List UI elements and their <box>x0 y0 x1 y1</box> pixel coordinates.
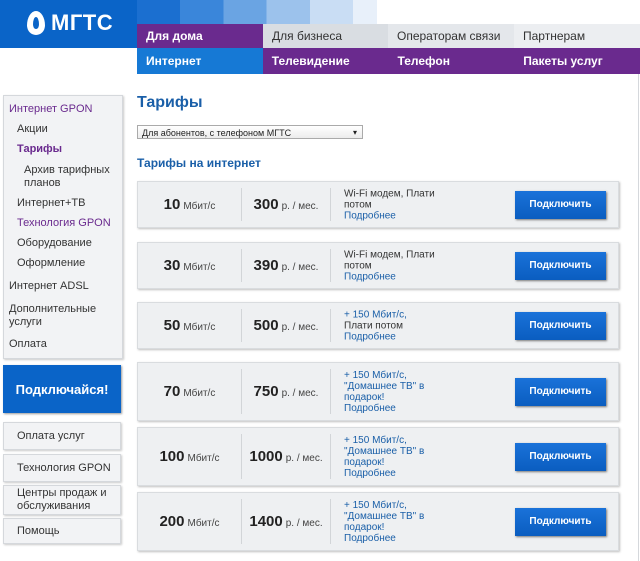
connect-button[interactable]: Подключить <box>515 377 606 406</box>
tariff-price: 390 <box>253 256 279 274</box>
connect-button[interactable]: Подключить <box>515 311 606 340</box>
connect-button[interactable]: Подключить <box>515 442 606 471</box>
connect-cta-button[interactable]: Подключайся! <box>3 365 121 413</box>
sidebar-item-gpon-tech[interactable]: Технология GPON <box>17 217 111 230</box>
top-nav: Для дома Для бизнеса Операторам связи Па… <box>137 24 640 48</box>
sales-centers-button[interactable]: Центры продаж и обслуживания <box>3 485 121 515</box>
tariff-features: Wi-Fi модем, Плати потом <box>344 188 435 210</box>
tariff-price: 1400 <box>249 512 283 530</box>
tariff-speed: 30 <box>163 256 181 274</box>
tariff-bonus: + 150 Мбит/с, "Домашнее ТВ" в подарок! <box>344 499 425 533</box>
more-link[interactable]: Подробнее <box>344 533 396 544</box>
chevron-down-icon: ▾ <box>352 128 357 137</box>
sidebar-item-gpon[interactable]: Интернет GPON <box>9 103 92 116</box>
tariff-price-unit: р. / мес. <box>281 321 319 333</box>
sub-nav-internet[interactable]: Интернет <box>137 48 263 74</box>
tariff-features: Плати потом <box>344 320 403 331</box>
tariff-bonus: + 150 Мбит/с, "Домашнее ТВ" в подарок! <box>344 434 425 468</box>
sidebar-item-payment[interactable]: Оплата <box>9 338 47 351</box>
tariff-row: 30 Мбит/с 390 р. / мес. Wi-Fi модем, Плати… <box>137 242 619 289</box>
logo-text: МГТС <box>51 10 114 35</box>
divider <box>330 309 331 342</box>
top-nav-operators[interactable]: Операторам связи <box>388 24 514 48</box>
mgts-egg-icon <box>27 11 45 35</box>
section-title: Тарифы на интернет <box>137 156 261 170</box>
payment-button[interactable]: Оплата услуг <box>3 422 121 450</box>
tariff-row: 200 Мбит/с 1400 р. / мес. + 150 Мбит/с, "Д… <box>137 492 619 551</box>
divider <box>330 434 331 479</box>
tariff-speed-unit: Мбит/с <box>187 517 220 529</box>
divider <box>330 249 331 282</box>
tariff-speed: 70 <box>163 382 181 400</box>
tariff-speed-unit: Мбит/с <box>183 261 216 273</box>
tariff-features: Wi-Fi модем, Плати потом <box>344 249 435 271</box>
sidebar-menu: Интернет GPON Акции Тарифы Архив тарифны… <box>3 95 123 359</box>
gpon-tech-button[interactable]: Технология GPON <box>3 454 121 482</box>
tariff-speed: 100 <box>159 447 185 465</box>
tariff-price: 1000 <box>249 447 283 465</box>
sub-nav-packages[interactable]: Пакеты услуг <box>514 48 640 74</box>
header-decoration <box>137 0 377 24</box>
sub-nav: Интернет Телевидение Телефон Пакеты услу… <box>137 48 640 74</box>
sub-nav-phone[interactable]: Телефон <box>389 48 515 74</box>
top-nav-partners[interactable]: Партнерам <box>514 24 640 48</box>
help-button[interactable]: Помощь <box>3 518 121 544</box>
tariff-price-unit: р. / мес. <box>285 452 323 464</box>
sidebar-item-tariffs[interactable]: Тарифы <box>17 143 62 156</box>
tariff-speed: 10 <box>163 195 181 213</box>
connect-button[interactable]: Подключить <box>515 190 606 219</box>
tariff-price: 750 <box>253 382 279 400</box>
tariff-speed: 50 <box>163 316 181 334</box>
tariff-speed-unit: Мбит/с <box>183 321 216 333</box>
tariff-row: 50 Мбит/с 500 р. / мес. + 150 Мбит/с, Плати… <box>137 302 619 349</box>
sub-nav-tv[interactable]: Телевидение <box>263 48 389 74</box>
tariff-price-unit: р. / мес. <box>281 200 319 212</box>
sidebar-item-extra[interactable]: Дополнительные услуги <box>9 303 109 329</box>
select-value: Для абонентов, с телефоном МГТС <box>142 128 292 138</box>
tariff-row: 70 Мбит/с 750 р. / мес. + 150 Мбит/с, "Дом… <box>137 362 619 421</box>
sidebar-item-registration[interactable]: Оформление <box>17 257 85 270</box>
more-link[interactable]: Подробнее <box>344 331 396 342</box>
more-link[interactable]: Подробнее <box>344 271 396 282</box>
more-link[interactable]: Подробнее <box>344 210 396 221</box>
tariff-price: 300 <box>253 195 279 213</box>
sidebar-item-archive[interactable]: Архив тарифных планов <box>24 164 119 190</box>
logo[interactable]: МГТС <box>27 10 113 36</box>
sidebar-item-promo[interactable]: Акции <box>17 123 48 136</box>
tariff-bonus: + 150 Мбит/с, "Домашнее ТВ" в подарок! <box>344 369 425 403</box>
tariff-speed-unit: Мбит/с <box>183 200 216 212</box>
connect-button[interactable]: Подключить <box>515 251 606 280</box>
divider <box>330 499 331 544</box>
tariff-bonus: + 150 Мбит/с, <box>344 309 407 320</box>
connect-button[interactable]: Подключить <box>515 507 606 536</box>
tariff-speed: 200 <box>159 512 185 530</box>
top-nav-home[interactable]: Для дома <box>137 24 263 48</box>
tariff-price-unit: р. / мес. <box>281 387 319 399</box>
tariff-row: 10 Мбит/с 300 р. / мес. Wi-Fi модем, Плати… <box>137 181 619 228</box>
tariff-row: 100 Мбит/с 1000 р. / мес. + 150 Мбит/с, "Д… <box>137 427 619 486</box>
page-title: Тарифы <box>137 94 203 111</box>
sidebar-item-equipment[interactable]: Оборудование <box>17 237 92 250</box>
tariff-price-unit: р. / мес. <box>281 261 319 273</box>
sidebar-item-adsl[interactable]: Интернет ADSL <box>9 280 89 293</box>
tariff-speed-unit: Мбит/с <box>183 387 216 399</box>
page-edge-line <box>638 74 639 561</box>
more-link[interactable]: Подробнее <box>344 403 396 414</box>
more-link[interactable]: Подробнее <box>344 468 396 479</box>
tariff-speed-unit: Мбит/с <box>187 452 220 464</box>
tariff-price: 500 <box>253 316 279 334</box>
divider <box>330 369 331 414</box>
sidebar-item-internet-tv[interactable]: Интернет+ТВ <box>17 197 85 210</box>
logo-band: МГТС <box>0 0 137 48</box>
divider <box>330 188 331 221</box>
tariff-price-unit: р. / мес. <box>285 517 323 529</box>
top-nav-business[interactable]: Для бизнеса <box>263 24 388 48</box>
subscriber-select[interactable]: Для абонентов, с телефоном МГТС ▾ <box>137 125 363 139</box>
